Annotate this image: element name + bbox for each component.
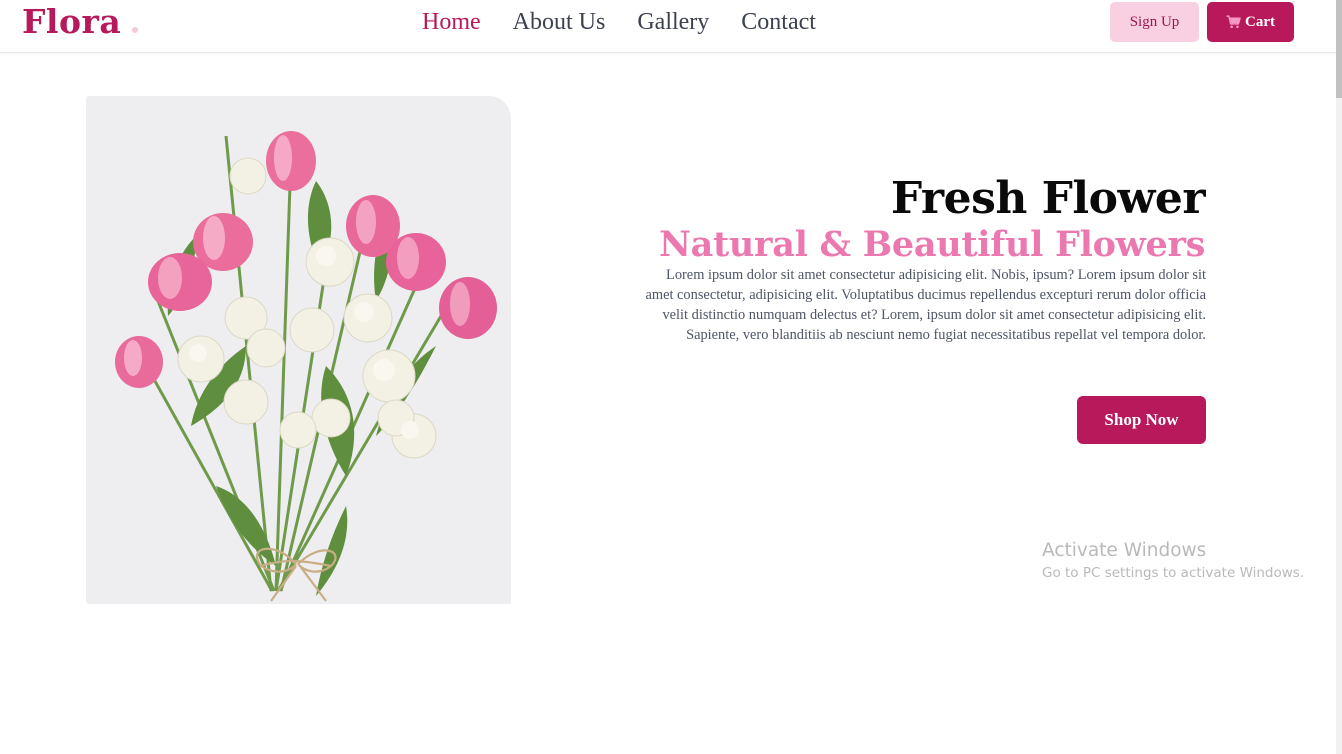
navbar: Flora Home About Us Gallery Contact Sign… — [0, 0, 1342, 53]
windows-activation-title: Activate Windows — [1042, 540, 1207, 561]
hero-subtitle: Natural & Beautiful Flowers — [658, 224, 1205, 265]
hero-image — [86, 96, 511, 604]
windows-activation-subtitle: Go to PC settings to activate Windows. — [1042, 565, 1305, 581]
logo-dot — [132, 27, 138, 33]
nav-link-home[interactable]: Home — [422, 0, 481, 44]
hero-description: Lorem ipsum dolor sit amet consectetur a… — [645, 267, 1206, 343]
sign-up-button[interactable]: Sign Up — [1110, 2, 1199, 42]
shop-now-button[interactable]: Shop Now — [1077, 396, 1206, 444]
page-scrollbar[interactable] — [1336, 0, 1342, 754]
brand-logo[interactable]: Flora — [22, 0, 121, 44]
shop-now-label: Shop Now — [1104, 410, 1179, 429]
nav-link-contact[interactable]: Contact — [741, 0, 816, 44]
nav-link-gallery[interactable]: Gallery — [637, 0, 709, 44]
scrollbar-thumb[interactable] — [1336, 0, 1342, 98]
nav-link-about-us[interactable]: About Us — [513, 0, 606, 44]
main-nav: Home About Us Gallery Contact — [422, 0, 848, 44]
cart-label: Cart — [1245, 13, 1275, 30]
hero-title: Fresh Flower — [890, 173, 1206, 224]
shopping-cart-icon — [1226, 15, 1241, 29]
sign-up-label: Sign Up — [1129, 13, 1180, 30]
cart-button[interactable]: Cart — [1207, 2, 1294, 42]
